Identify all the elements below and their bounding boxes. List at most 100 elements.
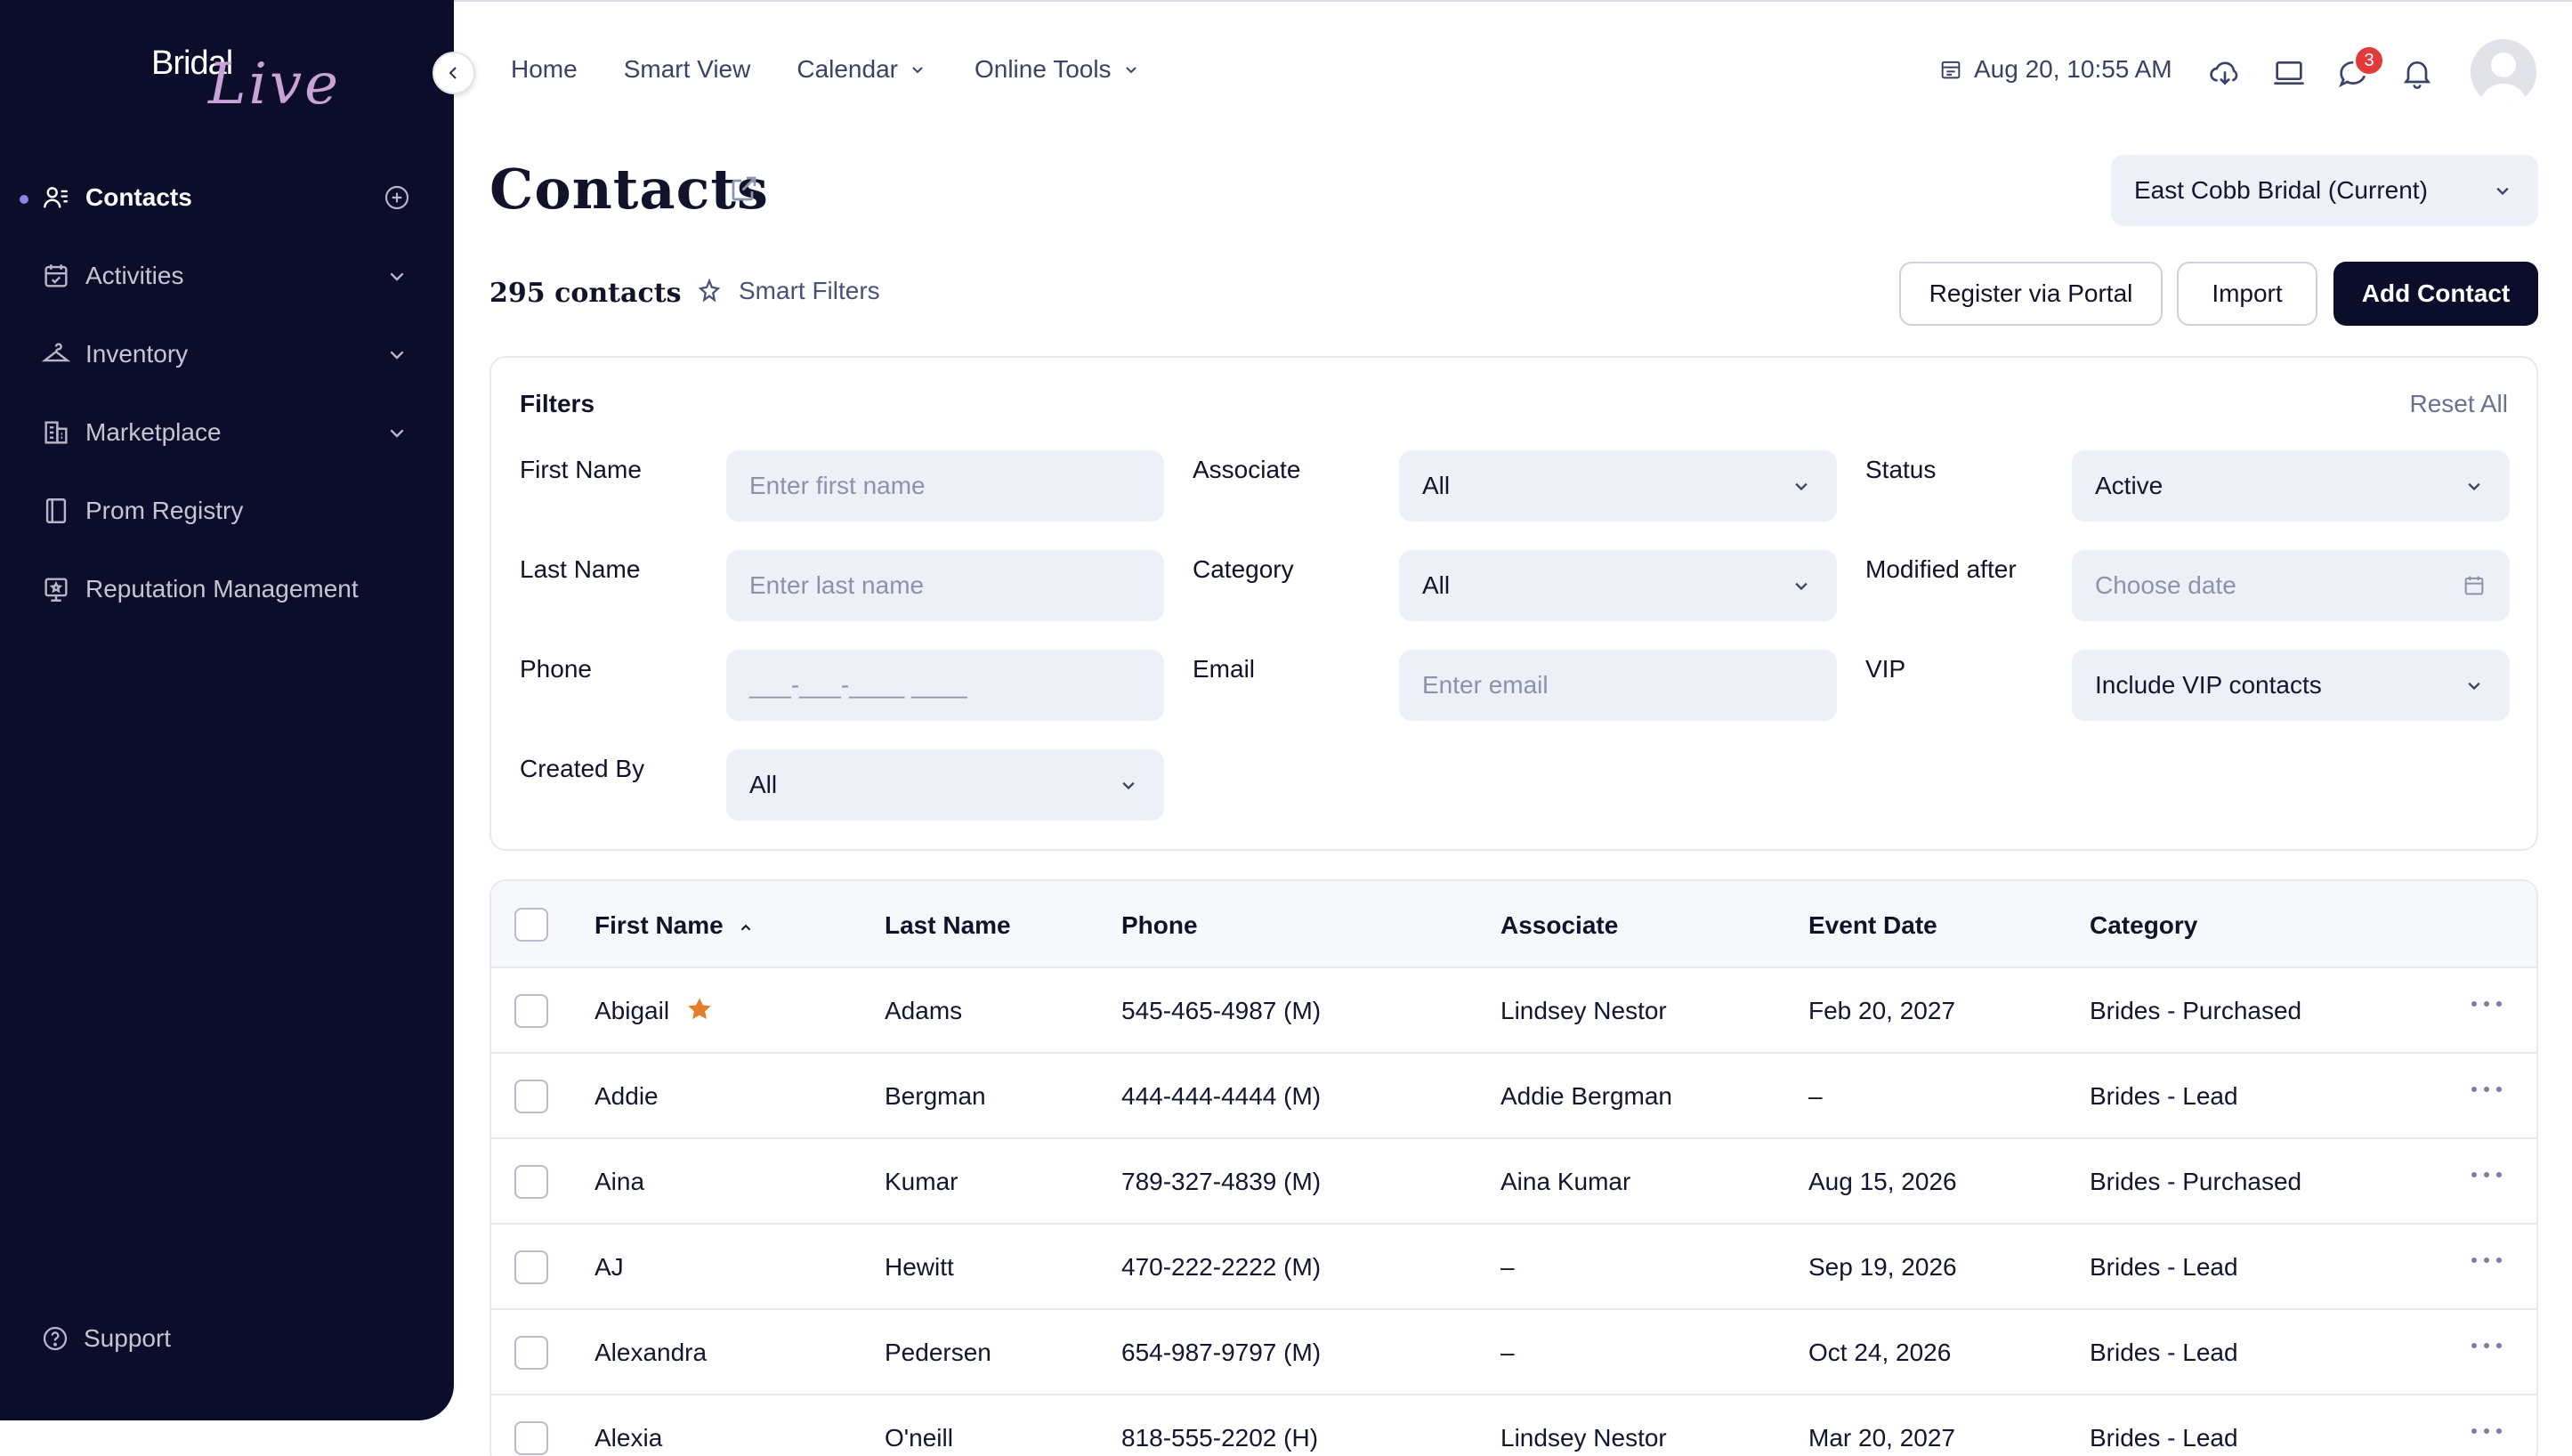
- sidebar-item-reputation-management[interactable]: Reputation Management: [0, 550, 454, 628]
- smart-filters-button[interactable]: Smart Filters: [694, 276, 880, 306]
- phone-input[interactable]: ___-___-____ ____: [726, 650, 1164, 721]
- chevron-down-icon: [1795, 582, 1808, 591]
- select-all-checkbox[interactable]: [514, 908, 548, 942]
- store-calendar-icon: [1941, 61, 1961, 79]
- user-silhouette-icon: [2471, 39, 2536, 105]
- sidebar-item-marketplace[interactable]: Marketplace: [0, 393, 454, 472]
- created-by-label: Created By: [520, 755, 645, 782]
- topnav-home[interactable]: Home: [511, 55, 578, 84]
- import-button[interactable]: Import: [2177, 262, 2317, 326]
- top-nav: Home Smart View Calendar Online Tools: [511, 55, 1142, 84]
- table-row[interactable]: Addie Bergman 444-444-4444 (M) Addie Bergma…: [491, 1054, 2536, 1139]
- category-select[interactable]: All: [1399, 550, 1837, 621]
- associate-select[interactable]: All: [1399, 450, 1837, 522]
- cell-first[interactable]: Alexandra: [594, 1339, 707, 1367]
- table-row[interactable]: Aina Kumar 789-327-4839 (M) Aina Kumar Aug 1…: [491, 1139, 2536, 1225]
- more-actions-icon[interactable]: [2469, 995, 2504, 1013]
- table-row[interactable]: Alexia O'neill 818-555-2202 (H) Lindsey Nes…: [491, 1395, 2536, 1456]
- cell-first[interactable]: Alexia: [594, 1424, 662, 1452]
- sidebar-item-contacts[interactable]: Contacts: [0, 158, 454, 237]
- column-associate[interactable]: Associate: [1500, 911, 1618, 940]
- category-label: Category: [1193, 555, 1294, 583]
- review-icon: [41, 574, 71, 604]
- chevron-down-icon: [1125, 67, 1136, 74]
- cell-first[interactable]: Abigail: [594, 997, 669, 1025]
- cell-associate: –: [1500, 1339, 1515, 1366]
- sidebar-item-activities[interactable]: Activities: [0, 237, 454, 315]
- created-by-select[interactable]: All: [726, 749, 1164, 821]
- column-category[interactable]: Category: [2090, 911, 2197, 940]
- more-actions-icon[interactable]: [2469, 1422, 2504, 1440]
- email-input[interactable]: Enter email: [1399, 650, 1837, 721]
- support-link[interactable]: Support: [41, 1324, 171, 1353]
- column-phone[interactable]: Phone: [1121, 911, 1198, 940]
- add-contact-plus-icon[interactable]: [383, 183, 411, 212]
- cell-event: Aug 15, 2026: [1808, 1168, 1957, 1195]
- vip-value: Include VIP contacts: [2095, 671, 2322, 699]
- cell-last: Kumar: [885, 1168, 958, 1195]
- more-actions-icon[interactable]: [2469, 1337, 2504, 1355]
- modified-after-datepicker[interactable]: Choose date: [2072, 550, 2510, 621]
- sidebar-item-label: Activities: [85, 262, 184, 289]
- register-via-portal-button[interactable]: Register via Portal: [1899, 262, 2163, 326]
- row-checkbox[interactable]: [514, 1336, 548, 1370]
- cell-last: Hewitt: [885, 1253, 954, 1281]
- calendar-icon[interactable]: [2462, 573, 2487, 598]
- cell-associate: Addie Bergman: [1500, 1082, 1673, 1110]
- contact-count: 295 contacts: [489, 278, 682, 309]
- brand-logo[interactable]: Bridal Live: [150, 39, 338, 119]
- page-title: Contacts: [489, 157, 769, 222]
- more-actions-icon[interactable]: [2469, 1080, 2504, 1098]
- status-select[interactable]: Active: [2072, 450, 2510, 522]
- column-first-name-label: First Name: [594, 911, 724, 939]
- cell-first[interactable]: AJ: [594, 1253, 624, 1282]
- cloud-download-icon[interactable]: [2207, 55, 2243, 91]
- first-name-label: First Name: [520, 456, 642, 483]
- cell-event: Feb 20, 2027: [1808, 997, 1956, 1024]
- cell-event: Mar 20, 2027: [1808, 1424, 1955, 1452]
- row-checkbox[interactable]: [514, 994, 548, 1028]
- notification-badge: 3: [2353, 44, 2385, 77]
- sidebar-item-prom-registry[interactable]: Prom Registry: [0, 472, 454, 550]
- avatar[interactable]: [2471, 39, 2536, 105]
- cell-phone: 545-465-4987 (M): [1121, 997, 1322, 1024]
- collapse-sidebar-button[interactable]: [433, 52, 475, 94]
- created-by-value: All: [749, 771, 778, 798]
- cell-first[interactable]: Addie: [594, 1082, 659, 1111]
- last-name-label: Last Name: [520, 555, 641, 583]
- cell-category: Brides - Purchased: [2090, 997, 2302, 1024]
- row-checkbox[interactable]: [514, 1165, 548, 1199]
- sidebar-item-label: Prom Registry: [85, 497, 244, 524]
- store-selector[interactable]: East Cobb Bridal (Current): [2111, 155, 2538, 226]
- table-row[interactable]: AJ Hewitt 470-222-2222 (M) – Sep 19, 2026 Bri…: [491, 1225, 2536, 1310]
- cell-first[interactable]: Aina: [594, 1168, 644, 1196]
- table-row[interactable]: Abigail Adams 545-465-4987 (M) Lindsey Nest…: [491, 968, 2536, 1054]
- sidebar-item-label: Reputation Management: [85, 575, 359, 603]
- column-last-name[interactable]: Last Name: [885, 911, 1011, 940]
- bell-icon[interactable]: [2399, 55, 2435, 91]
- last-name-input[interactable]: Enter last name: [726, 550, 1164, 621]
- external-link-icon[interactable]: [728, 173, 760, 205]
- more-actions-icon[interactable]: [2469, 1251, 2504, 1269]
- vip-select[interactable]: Include VIP contacts: [2072, 650, 2510, 721]
- row-checkbox[interactable]: [514, 1250, 548, 1284]
- row-checkbox[interactable]: [514, 1080, 548, 1113]
- table-row[interactable]: Alexandra Pedersen 654-987-9797 (M) – Oct 24…: [491, 1310, 2536, 1395]
- column-first-name[interactable]: First Name: [594, 911, 756, 940]
- add-contact-button[interactable]: Add Contact: [2333, 262, 2538, 326]
- more-actions-icon[interactable]: [2469, 1166, 2504, 1184]
- column-event-date[interactable]: Event Date: [1808, 911, 1937, 940]
- row-checkbox[interactable]: [514, 1421, 548, 1455]
- topnav-calendar[interactable]: Calendar: [797, 55, 928, 84]
- building-icon: [41, 417, 71, 448]
- sidebar-item-label: Marketplace: [85, 418, 222, 446]
- cell-category: Brides - Lead: [2090, 1253, 2238, 1281]
- active-indicator: [20, 195, 28, 204]
- topnav-smart-view[interactable]: Smart View: [624, 55, 751, 84]
- sidebar-item-inventory[interactable]: Inventory: [0, 315, 454, 393]
- reset-all-button[interactable]: Reset All: [2410, 390, 2509, 418]
- first-name-input[interactable]: Enter first name: [726, 450, 1164, 522]
- laptop-icon[interactable]: [2271, 55, 2307, 91]
- topnav-online-tools[interactable]: Online Tools: [975, 55, 1142, 84]
- support-label: Support: [84, 1324, 172, 1352]
